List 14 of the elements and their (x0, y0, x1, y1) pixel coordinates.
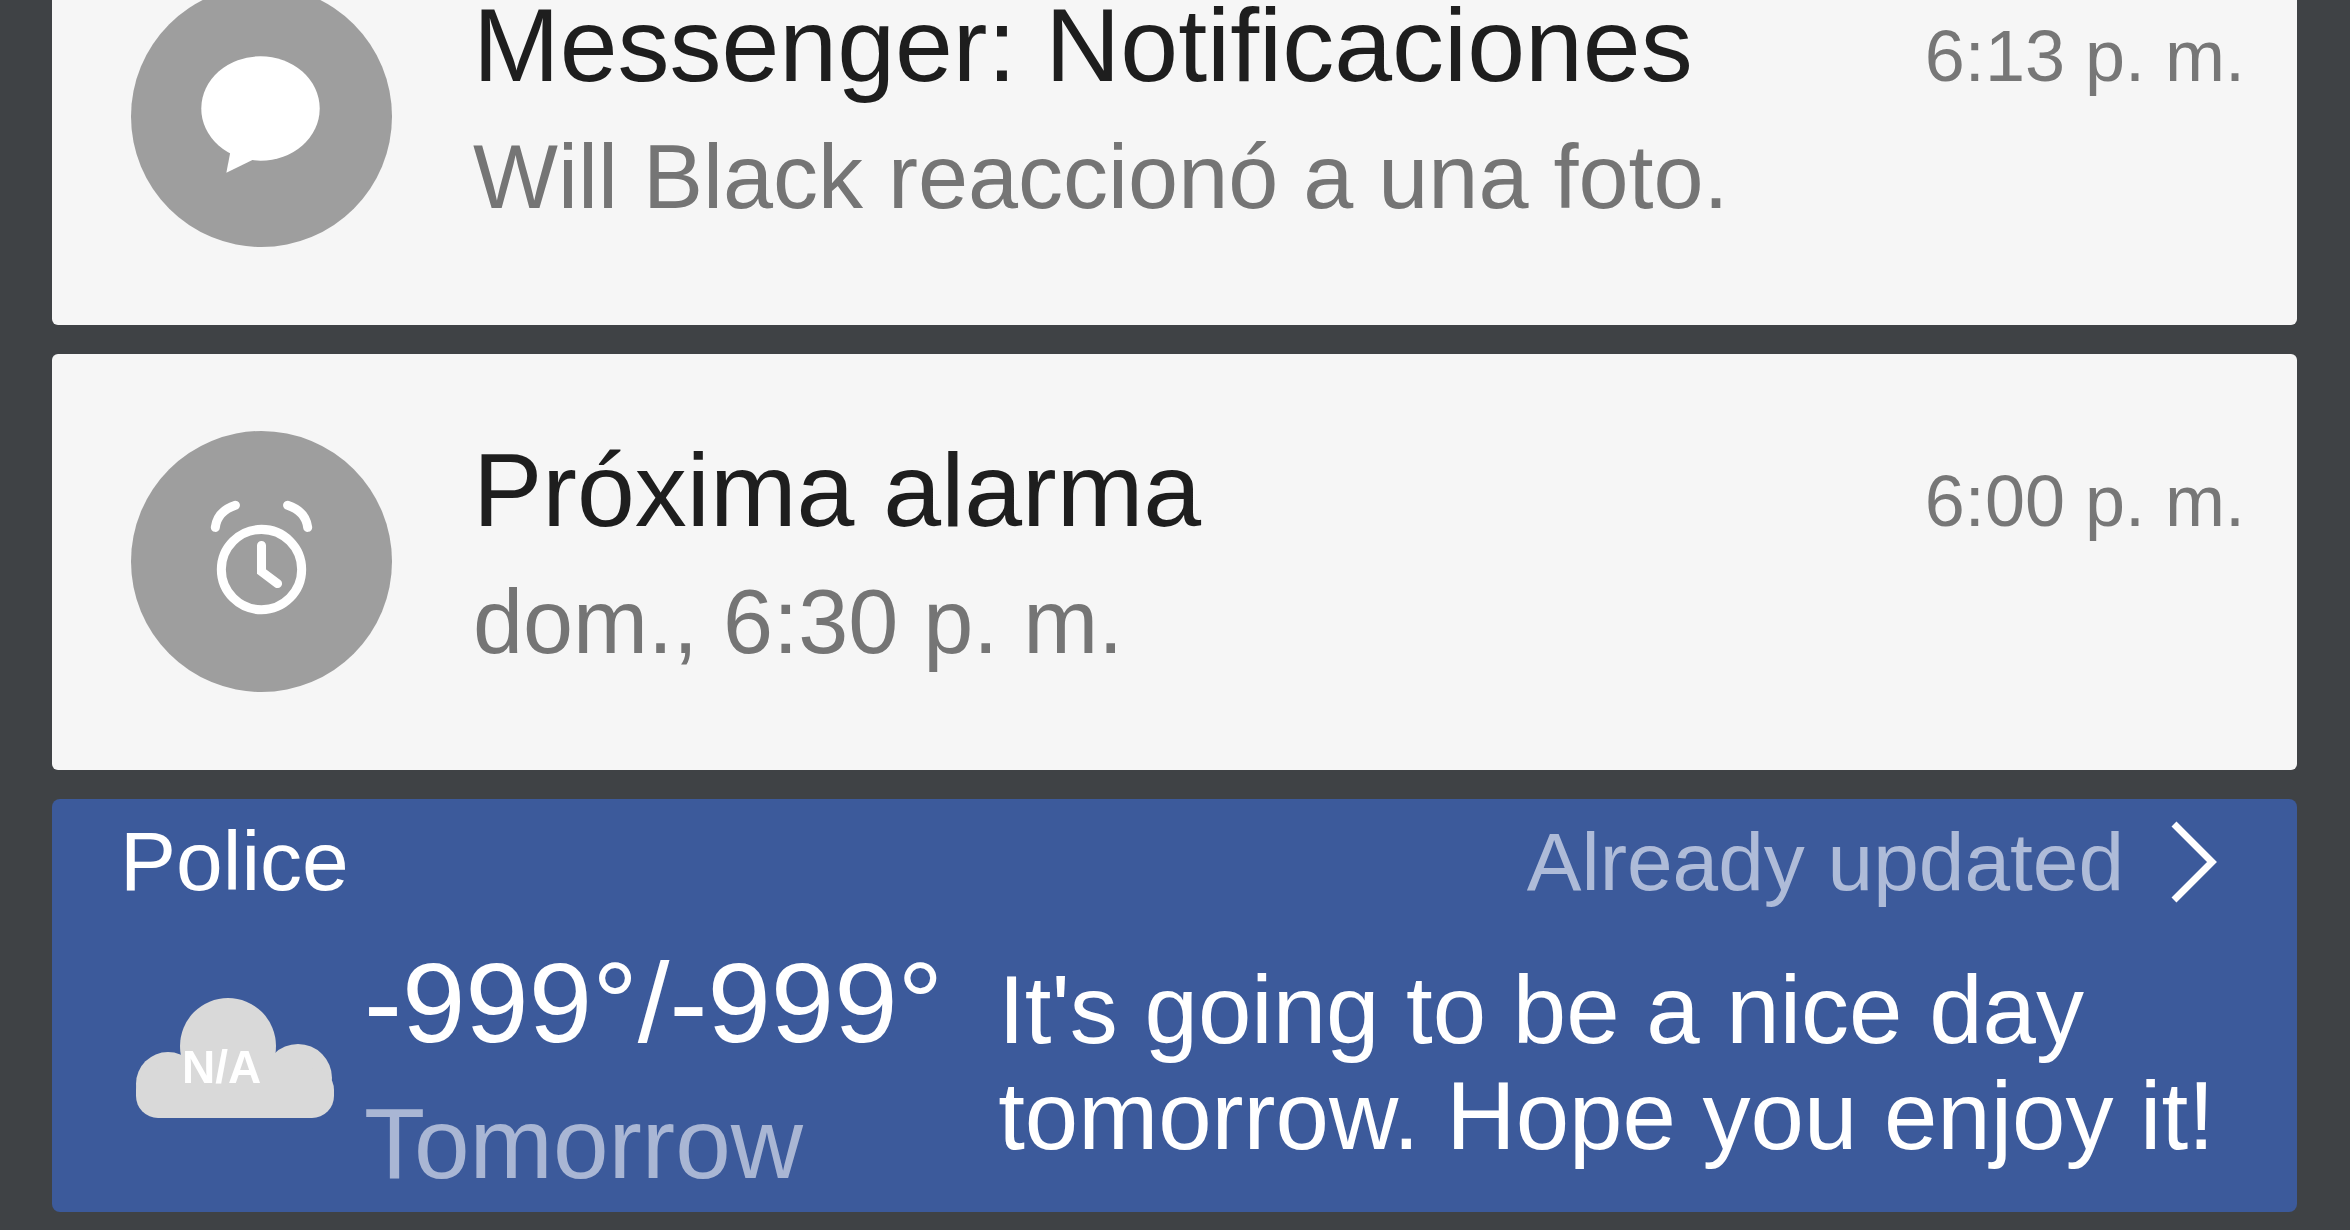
notification-text: Will Black reaccionó a una foto. (473, 126, 1730, 229)
notification-title: Próxima alarma (473, 433, 1202, 548)
notification-card[interactable]: Messenger: Notificaciones 6:13 p. m. Will Black reaccionó a una foto. (52, 0, 2297, 325)
forecast-message: It's going to be a nice day tomorrow. Hope you enjoy it! (998, 957, 2216, 1169)
notification-time: 6:00 p. m. (1924, 460, 2245, 542)
temperature-range: -999°/-999° (364, 938, 944, 1068)
notification-time: 6:13 p. m. (1924, 15, 2245, 97)
notification-title: Messenger: Notificaciones (473, 0, 1693, 103)
chat-bubble-icon (131, 0, 392, 247)
location-name: Police (120, 813, 349, 910)
forecast-day: Tomorrow (364, 1086, 803, 1201)
notification-text: dom., 6:30 p. m. (473, 571, 1125, 674)
notification-card[interactable]: Próxima alarma 6:00 p. m. dom., 6:30 p. m. (52, 354, 2297, 770)
alarm-clock-icon (131, 431, 392, 692)
